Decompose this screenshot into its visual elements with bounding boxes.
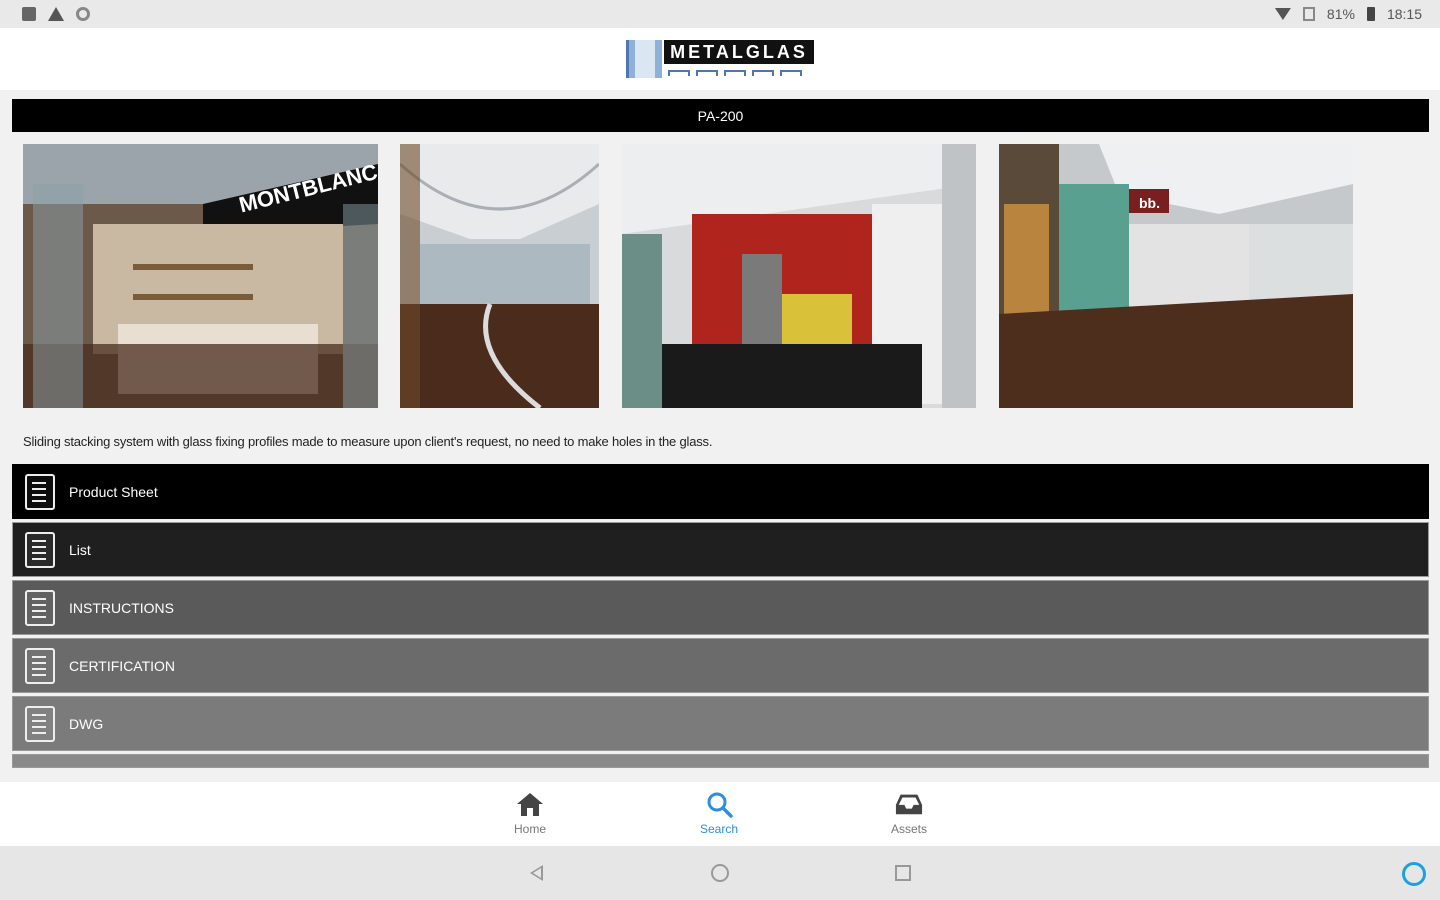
status-bar: 81% 18:15 bbox=[0, 0, 1440, 28]
menu-dwg[interactable]: DWG bbox=[12, 696, 1429, 751]
search-icon bbox=[705, 790, 733, 818]
menu-label: INSTRUCTIONS bbox=[69, 599, 174, 616]
home-circle-icon[interactable] bbox=[711, 864, 729, 882]
menu-label: List bbox=[69, 541, 91, 558]
home-icon bbox=[516, 790, 544, 818]
menu-label: Product Sheet bbox=[69, 483, 158, 500]
menu-certification[interactable]: CERTIFICATION bbox=[12, 638, 1429, 693]
gallery-photo-3[interactable] bbox=[622, 144, 976, 408]
bottom-tab-bar: Home Search Assets bbox=[0, 782, 1440, 846]
wifi-icon bbox=[1274, 8, 1291, 20]
system-icons: 81% 18:15 bbox=[1274, 6, 1422, 22]
menu-list[interactable]: List bbox=[12, 522, 1429, 577]
clock: 18:15 bbox=[1386, 6, 1422, 22]
recent-apps-icon[interactable] bbox=[895, 865, 911, 881]
android-nav-bar bbox=[0, 846, 1440, 900]
document-menu: Product Sheet List INSTRUCTIONS CERTIFIC… bbox=[12, 464, 1429, 771]
menu-label: DWG bbox=[69, 715, 104, 732]
gallery-photo-1[interactable]: MONTBLANC bbox=[23, 144, 378, 408]
store-sign: bb. bbox=[1139, 195, 1160, 211]
product-description: Sliding stacking system with glass fixin… bbox=[23, 434, 713, 449]
tab-label: Assets bbox=[890, 822, 927, 836]
gallery-photo-2[interactable] bbox=[400, 144, 599, 408]
logo-wordmark: METALGLAS bbox=[664, 40, 814, 64]
battery-icon bbox=[1366, 7, 1375, 21]
metalglas-logo[interactable]: METALGLAS bbox=[626, 40, 814, 78]
dwg-file-icon bbox=[25, 705, 55, 742]
logo-mark bbox=[626, 40, 663, 78]
price-list-icon bbox=[25, 531, 55, 568]
menu-product-sheet[interactable]: Product Sheet bbox=[12, 464, 1429, 519]
notification-icons bbox=[22, 7, 90, 21]
product-title-bar: PA-200 bbox=[12, 99, 1429, 132]
tab-home[interactable]: Home bbox=[490, 790, 570, 836]
app-notification-icon bbox=[22, 7, 36, 21]
menu-label: CERTIFICATION bbox=[69, 657, 176, 674]
menu-instructions[interactable]: INSTRUCTIONS bbox=[12, 580, 1429, 635]
menu-item-partial[interactable] bbox=[12, 754, 1429, 768]
sync-icon bbox=[76, 7, 90, 21]
inbox-icon bbox=[895, 790, 923, 818]
back-icon[interactable] bbox=[530, 865, 543, 881]
instructions-icon bbox=[25, 589, 55, 626]
certificate-icon bbox=[25, 647, 55, 684]
tab-label: Search bbox=[699, 822, 739, 836]
tab-label: Home bbox=[513, 822, 546, 836]
warning-icon bbox=[48, 7, 64, 21]
product-title: PA-200 bbox=[697, 107, 744, 124]
document-gear-icon bbox=[25, 473, 55, 510]
gallery-photo-4[interactable]: bb. bbox=[999, 144, 1353, 408]
logo-subline bbox=[664, 68, 814, 78]
tab-assets[interactable]: Assets bbox=[869, 790, 949, 836]
app-header: METALGLAS bbox=[0, 28, 1440, 90]
battery-percent: 81% bbox=[1326, 6, 1355, 22]
no-sim-icon bbox=[1302, 7, 1315, 21]
assistant-icon[interactable] bbox=[1402, 862, 1426, 886]
tab-search[interactable]: Search bbox=[679, 790, 759, 836]
